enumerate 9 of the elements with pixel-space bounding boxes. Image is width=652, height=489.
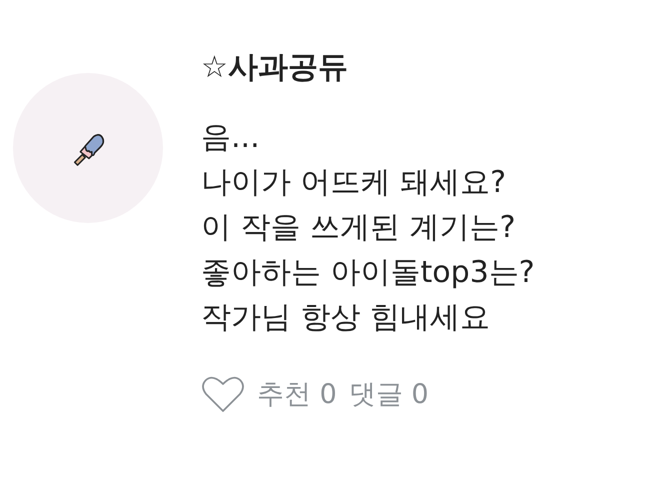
heart-icon[interactable] [201,374,245,414]
comment-line: 이 작을 쓰게된 계기는? [201,209,517,247]
stat-count: 댓글 0 [348,378,429,412]
comment-line: 음... [201,119,261,157]
comment-line: 좋아하는 아이돌top3는? [201,254,535,292]
comment-line: 작가님 항상 힘내세요 [201,299,492,337]
comment-line: 나이가 어뜨케 돼세요? [201,164,507,202]
stat-count: 추천 0 [257,378,337,412]
author-name: ☆사과공듀 [201,49,349,87]
